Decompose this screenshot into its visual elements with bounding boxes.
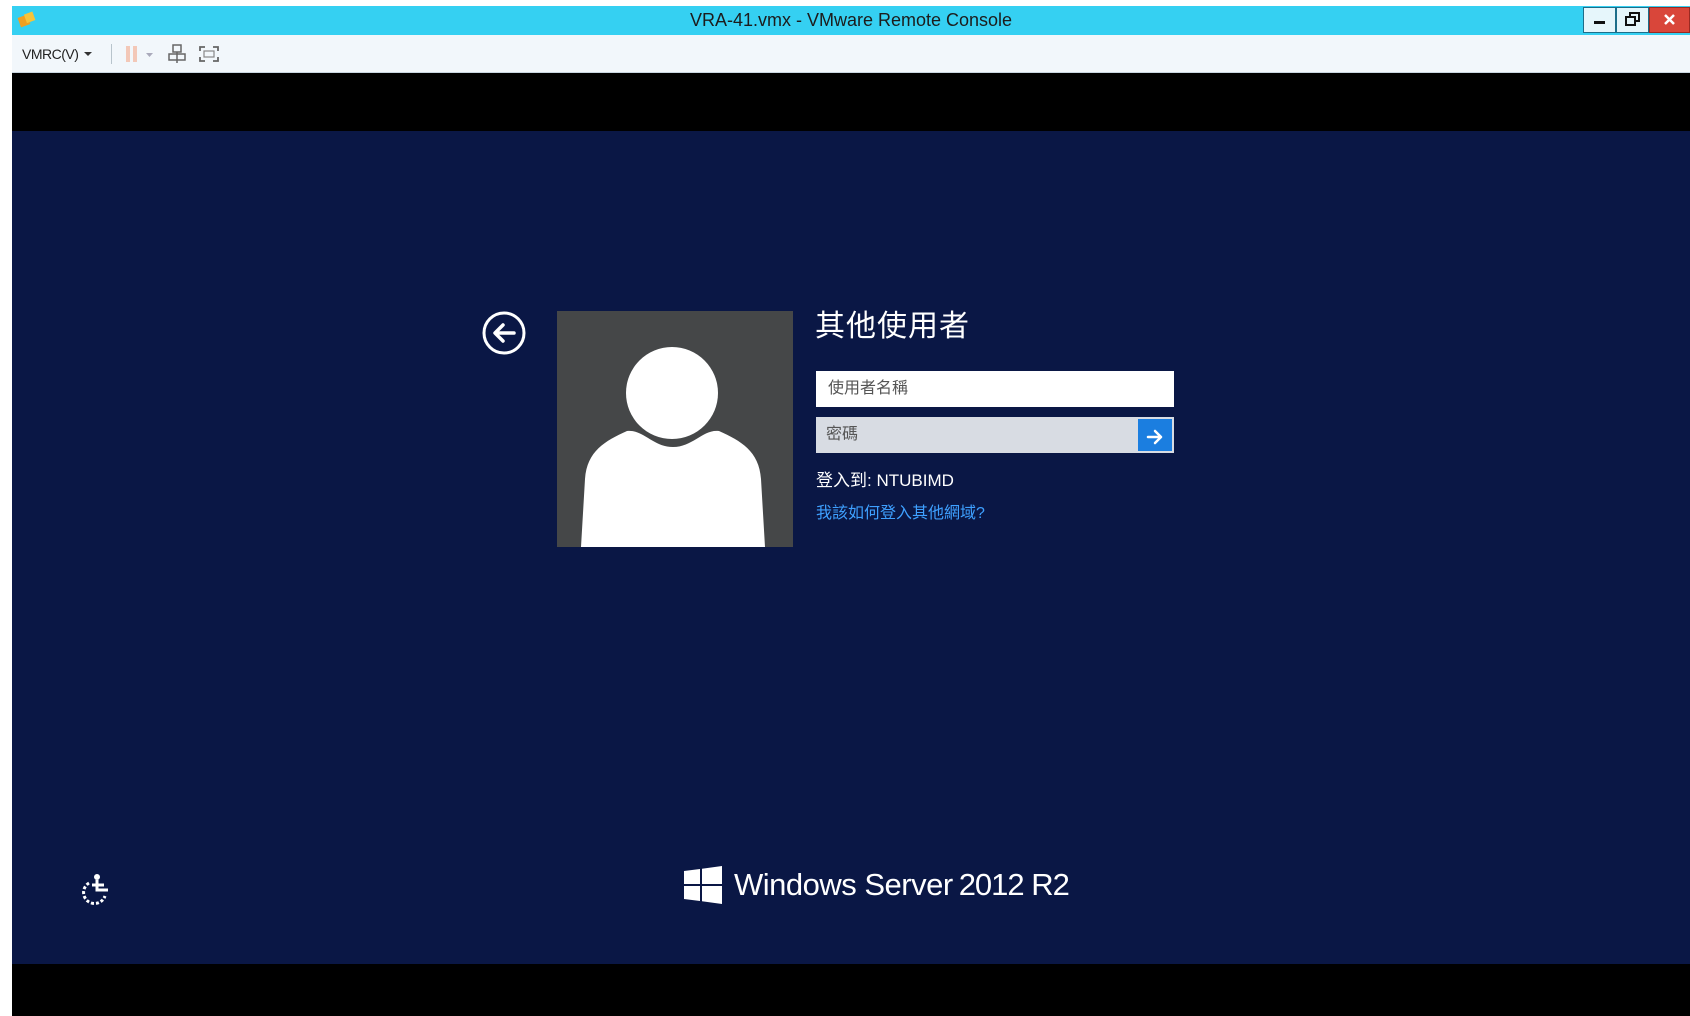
minimize-icon <box>1594 21 1605 24</box>
minimize-button[interactable] <box>1583 7 1616 33</box>
toolbar-divider <box>111 44 112 64</box>
vm-login-screen[interactable]: 其他使用者 登入到: NTUBIMD 我該如何登入其他網域? Windows S… <box>12 131 1690 964</box>
other-domain-link[interactable]: 我該如何登入其他網域? <box>816 499 985 523</box>
window-title: VRA-41.vmx - VMware Remote Console <box>689 10 1013 30</box>
windows-logo-icon <box>684 866 722 904</box>
restore-icon <box>1625 12 1640 26</box>
user-avatar <box>557 311 793 547</box>
username-input[interactable] <box>816 371 1174 407</box>
arrow-right-icon <box>1146 429 1163 445</box>
fullscreen-icon[interactable] <box>198 44 220 64</box>
submit-button[interactable] <box>1138 417 1174 453</box>
back-arrow-icon[interactable] <box>482 311 526 355</box>
toolbar: VMRC(V) <box>12 35 1690 73</box>
close-icon <box>1664 14 1675 25</box>
user-silhouette-icon <box>581 347 765 547</box>
user-heading: 其他使用者 <box>815 310 970 343</box>
vmrc-menu-button[interactable]: VMRC(V) <box>22 44 93 64</box>
os-version: 2012 R2 <box>958 867 1070 902</box>
title-bar[interactable]: VRA-41.vmx - VMware Remote Console <box>12 6 1690 35</box>
dropdown-arrow-icon[interactable] <box>145 44 155 64</box>
password-input[interactable] <box>816 417 1138 453</box>
windows-server-branding: Windows Server 2012 R2 <box>684 866 1070 904</box>
signin-domain-label: 登入到: NTUBIMD <box>816 471 954 490</box>
send-keys-icon[interactable] <box>167 44 187 64</box>
restore-button[interactable] <box>1616 7 1649 33</box>
chevron-down-icon <box>84 52 93 56</box>
close-button[interactable] <box>1649 7 1690 33</box>
ease-of-access-icon[interactable] <box>80 871 114 905</box>
os-name: Windows Server <box>734 867 953 902</box>
pause-icon[interactable] <box>124 44 140 64</box>
vmrc-window: VRA-41.vmx - VMware Remote Console VMRC(… <box>12 6 1690 1016</box>
vmrc-menu-label: VMRC(V) <box>22 46 79 62</box>
